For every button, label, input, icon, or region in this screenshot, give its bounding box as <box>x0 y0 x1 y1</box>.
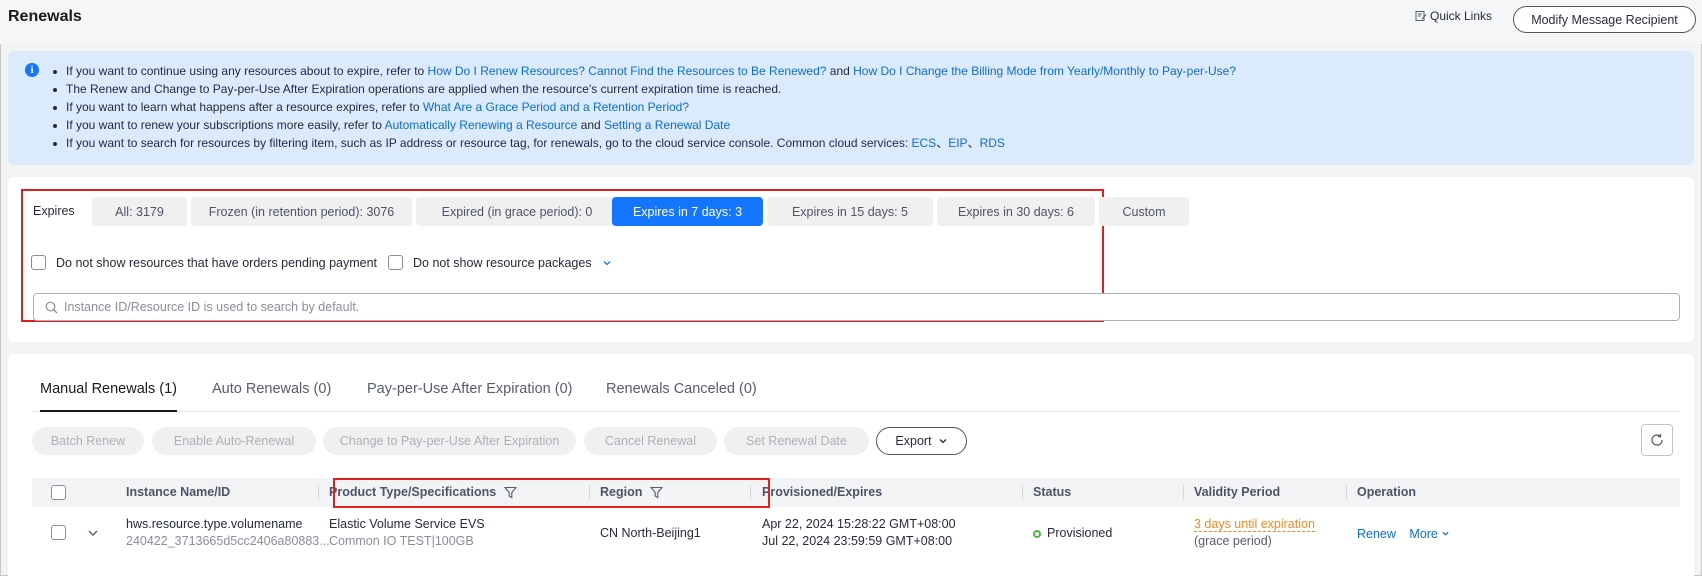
table-header: Instance Name/ID Product Type/Specificat… <box>32 478 1680 507</box>
table-row: hws.resource.type.volumename 240422_3713… <box>32 507 1680 559</box>
filter-panel: Expires All: 3179 Frozen (in retention p… <box>8 177 1694 342</box>
column-divider <box>1346 485 1347 500</box>
expires-time: Jul 22, 2024 23:59:59 GMT+08:00 <box>762 534 953 548</box>
search-input[interactable] <box>64 298 1564 316</box>
row-checkbox[interactable] <box>51 525 66 540</box>
tab-manual-renewals[interactable]: Manual Renewals (1) <box>40 381 178 412</box>
chevron-down-icon[interactable] <box>602 258 612 268</box>
change-to-pay-per-use-button[interactable]: Change to Pay-per-Use After Expiration <box>323 427 576 455</box>
col-status: Status <box>1033 485 1072 499</box>
renewal-date-link[interactable]: Setting a Renewal Date <box>604 118 730 132</box>
chip-custom[interactable]: Custom <box>1099 197 1189 226</box>
edit-note-icon <box>1415 11 1427 21</box>
chip-frozen[interactable]: Frozen (in retention period): 3076 <box>191 197 412 226</box>
chip-all[interactable]: All: 3179 <box>92 197 187 226</box>
col-product-type: Product Type/Specifications <box>329 478 518 507</box>
batch-renew-button[interactable]: Batch Renew <box>32 427 144 455</box>
search-bar[interactable] <box>33 293 1680 321</box>
info-item: If you want to renew your subscriptions … <box>48 116 1236 134</box>
info-banner: i If you want to continue using any reso… <box>8 51 1694 165</box>
renew-link[interactable]: Renew <box>1357 527 1396 541</box>
grace-period-link[interactable]: What Are a Grace Period and a Retention … <box>423 100 689 114</box>
expand-chevron-icon[interactable] <box>87 527 99 539</box>
rds-link[interactable]: RDS <box>980 136 1005 150</box>
select-all-checkbox[interactable] <box>51 485 66 500</box>
filter-icon[interactable] <box>650 486 664 499</box>
eip-link[interactable]: EIP <box>948 136 967 150</box>
product-type: Elastic Volume Service EVS <box>329 517 485 531</box>
chip-expires-7-days[interactable]: Expires in 7 days: 3 <box>612 197 763 226</box>
validity-countdown[interactable]: 3 days until expiration <box>1194 517 1315 532</box>
more-label: More <box>1409 527 1438 541</box>
product-spec: Common IO TEST|100GB <box>329 534 474 548</box>
info-item: If you want to continue using any resour… <box>48 62 1236 80</box>
resource-packages-filter[interactable]: Do not show resource packages <box>388 255 612 270</box>
col-region: Region <box>600 478 664 507</box>
search-icon <box>45 301 58 314</box>
region-value: CN North-Beijing1 <box>600 526 701 540</box>
info-icon: i <box>25 63 39 77</box>
page-title: Renewals <box>8 8 82 25</box>
billing-mode-faq-link[interactable]: How Do I Change the Billing Mode from Ye… <box>853 64 1236 78</box>
chevron-down-icon <box>1442 531 1449 536</box>
instance-name: hws.resource.type.volumename <box>126 517 303 531</box>
resource-packages-checkbox[interactable] <box>388 255 403 270</box>
info-item: If you want to learn what happens after … <box>48 98 1236 116</box>
renewals-list-panel: Manual Renewals (1) Auto Renewals (0) Pa… <box>8 354 1694 576</box>
pending-orders-checkbox[interactable] <box>31 255 46 270</box>
renewal-tabs: Manual Renewals (1) Auto Renewals (0) Pa… <box>32 381 1680 412</box>
chevron-down-icon <box>939 439 947 444</box>
cancel-renewal-button[interactable]: Cancel Renewal <box>584 427 717 455</box>
refresh-button[interactable] <box>1641 424 1673 456</box>
info-list: If you want to continue using any resour… <box>48 62 1236 152</box>
tab-auto-renewals[interactable]: Auto Renewals (0) <box>212 381 331 412</box>
set-renewal-date-button[interactable]: Set Renewal Date <box>724 427 869 455</box>
column-divider <box>1022 485 1023 500</box>
renew-faq-link[interactable]: How Do I Renew Resources? Cannot Find th… <box>428 64 827 78</box>
pending-orders-filter[interactable]: Do not show resources that have orders p… <box>31 255 377 270</box>
resource-packages-label: Do not show resource packages <box>413 255 592 270</box>
status-badge: Provisioned <box>1033 525 1112 542</box>
refresh-icon <box>1651 434 1663 446</box>
filter-icon[interactable] <box>504 486 518 499</box>
provisioned-time: Apr 22, 2024 15:28:22 GMT+08:00 <box>762 517 956 531</box>
info-item: If you want to search for resources by f… <box>48 134 1236 152</box>
info-item: The Renew and Change to Pay-per-Use Afte… <box>48 80 1236 98</box>
page-header: Renewals Quick Links Modify Message Reci… <box>0 0 1702 44</box>
chip-expires-15-days[interactable]: Expires in 15 days: 5 <box>767 197 933 226</box>
chip-expired[interactable]: Expired (in grace period): 0 <box>416 197 618 226</box>
quick-links-label: Quick Links <box>1430 9 1493 23</box>
col-operation: Operation <box>1357 485 1417 499</box>
export-label: Export <box>895 434 932 448</box>
column-divider <box>318 485 319 500</box>
export-button[interactable]: Export <box>876 427 967 455</box>
chip-expires-30-days[interactable]: Expires in 30 days: 6 <box>937 197 1095 226</box>
ecs-link[interactable]: ECS <box>912 136 937 150</box>
column-divider <box>589 485 590 500</box>
column-divider <box>1183 485 1184 500</box>
auto-renew-link[interactable]: Automatically Renewing a Resource <box>385 118 578 132</box>
validity-note: (grace period) <box>1194 534 1272 548</box>
column-divider <box>750 485 751 500</box>
pending-orders-label: Do not show resources that have orders p… <box>56 255 378 270</box>
col-validity-period: Validity Period <box>1194 485 1281 499</box>
modify-message-recipient-button[interactable]: Modify Message Recipient <box>1513 6 1696 33</box>
status-ok-icon <box>1033 530 1041 538</box>
quick-links-link[interactable]: Quick Links <box>1415 9 1492 23</box>
tab-pay-per-use-after-expiration[interactable]: Pay-per-Use After Expiration (0) <box>367 381 573 412</box>
col-provisioned-expires: Provisioned/Expires <box>762 485 883 499</box>
status-text: Provisioned <box>1047 526 1113 540</box>
expires-label: Expires <box>33 204 75 218</box>
col-instance-name: Instance Name/ID <box>126 485 231 499</box>
instance-id: 240422_3713665d5cc2406a80883... <box>126 534 330 548</box>
more-dropdown[interactable]: More <box>1409 527 1450 541</box>
enable-auto-renewal-button[interactable]: Enable Auto-Renewal <box>152 427 316 455</box>
tab-renewals-canceled[interactable]: Renewals Canceled (0) <box>606 381 757 412</box>
